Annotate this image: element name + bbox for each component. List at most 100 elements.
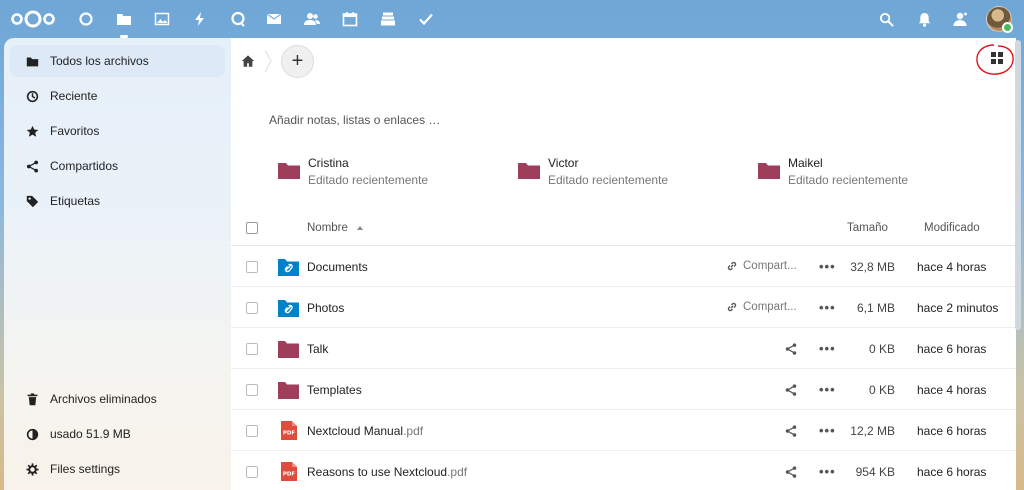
notifications-icon[interactable]	[914, 9, 934, 29]
sidebar-item-label: Compartidos	[50, 159, 119, 173]
folder-icon	[278, 163, 300, 179]
deck-icon[interactable]	[378, 9, 398, 29]
svg-text:PDF: PDF	[283, 431, 296, 437]
sort-ascending-icon	[357, 226, 363, 230]
file-size: 32,8 MB	[850, 260, 895, 274]
files-main-panel: + Añadir notas, listas o enlaces … Crist…	[231, 38, 1016, 490]
table-row[interactable]: PDF Nextcloud Manual.pdf ••• 12,2 MB hac…	[231, 410, 1016, 451]
share-icon[interactable]	[784, 465, 798, 479]
talk-icon[interactable]	[228, 9, 248, 29]
sidebar-item-label: Reciente	[50, 89, 98, 103]
share-icon[interactable]	[784, 424, 798, 438]
folder-icon	[758, 163, 780, 179]
add-new-button[interactable]: +	[281, 45, 314, 78]
more-actions-button[interactable]: •••	[819, 341, 836, 356]
pdf-file-icon: PDF	[281, 462, 297, 481]
sidebar-item-recent[interactable]: Reciente	[10, 80, 225, 112]
row-checkbox[interactable]	[246, 425, 258, 437]
row-checkbox[interactable]	[246, 343, 258, 355]
search-icon[interactable]	[876, 9, 896, 29]
recent-item[interactable]: Cristina Editado recientemente	[278, 155, 498, 189]
online-status-icon	[1002, 22, 1013, 33]
file-modified: hace 6 horas	[917, 342, 987, 356]
file-name[interactable]: Photos	[307, 301, 344, 315]
home-icon[interactable]	[241, 54, 255, 68]
more-actions-button[interactable]: •••	[819, 300, 836, 315]
row-checkbox[interactable]	[246, 384, 258, 396]
sidebar-item-favorites[interactable]: Favoritos	[10, 115, 225, 147]
contacts-menu-icon[interactable]	[950, 9, 970, 29]
sidebar-item-label: Etiquetas	[50, 194, 101, 208]
file-modified: hace 2 minutos	[917, 301, 999, 315]
folder-icon	[518, 163, 540, 179]
sidebar-item-tags[interactable]: Etiquetas	[10, 185, 225, 217]
gear-icon	[26, 462, 39, 476]
more-actions-button[interactable]: •••	[819, 382, 836, 397]
more-actions-button[interactable]: •••	[819, 259, 836, 274]
contacts-icon[interactable]	[302, 9, 322, 29]
file-modified: hace 4 horas	[917, 260, 987, 274]
more-actions-button[interactable]: •••	[819, 423, 836, 438]
trash-icon	[27, 392, 38, 405]
files-icon[interactable]	[114, 9, 134, 38]
recent-item[interactable]: Maikel Editado recientemente	[758, 155, 978, 189]
share-link-button[interactable]: Compart...	[726, 301, 797, 313]
file-modified: hace 6 horas	[917, 465, 987, 479]
share-link-button[interactable]: Compart...	[726, 260, 797, 272]
file-size: 6,1 MB	[856, 301, 895, 315]
sidebar-item-label: Todos los archivos	[50, 54, 149, 68]
dashboard-icon[interactable]	[76, 9, 96, 29]
file-name[interactable]: Nextcloud Manual.pdf	[307, 424, 423, 438]
file-size: 0 KB	[868, 342, 895, 356]
table-row[interactable]: Talk ••• 0 KB hace 6 horas	[231, 328, 1016, 369]
column-size[interactable]: Tamaño	[847, 222, 888, 234]
clock-icon	[26, 90, 39, 102]
recent-item[interactable]: Victor Editado recientemente	[518, 155, 738, 189]
activity-icon[interactable]	[190, 9, 210, 29]
table-row[interactable]: Templates ••• 0 KB hace 4 horas	[231, 369, 1016, 410]
select-all-checkbox[interactable]	[246, 222, 258, 234]
file-name[interactable]: Documents	[307, 260, 368, 274]
table-row[interactable]: PDF Reasons to use Nextcloud.pdf ••• 954…	[231, 451, 1016, 490]
file-size: 954 KB	[855, 465, 895, 479]
tasks-icon[interactable]	[416, 9, 436, 29]
file-name[interactable]: Reasons to use Nextcloud.pdf	[307, 465, 467, 479]
file-modified: hace 6 horas	[917, 424, 987, 438]
sidebar-item-deleted-files[interactable]: Archivos eliminados	[10, 383, 225, 415]
sidebar-item-shared[interactable]: Compartidos	[10, 150, 225, 182]
svg-text:PDF: PDF	[283, 472, 296, 478]
file-name[interactable]: Talk	[307, 342, 328, 356]
sidebar-item-label: Archivos eliminados	[50, 392, 157, 406]
row-checkbox[interactable]	[246, 261, 258, 273]
file-size: 12,2 MB	[850, 424, 895, 438]
notes-placeholder[interactable]: Añadir notas, listas o enlaces …	[269, 113, 440, 127]
sidebar-item-quota[interactable]: usado 51.9 MB	[10, 418, 225, 450]
row-checkbox[interactable]	[246, 302, 258, 314]
folder-icon	[278, 382, 299, 399]
share-icon[interactable]	[784, 383, 798, 397]
photos-icon[interactable]	[152, 9, 172, 29]
link-icon	[727, 302, 737, 312]
shared-folder-icon	[278, 300, 299, 317]
sidebar-item-files-settings[interactable]: Files settings	[10, 453, 225, 485]
red-circle-annotation	[976, 44, 1014, 75]
scrollbar[interactable]	[1015, 40, 1021, 330]
breadcrumb-separator	[264, 49, 272, 73]
top-bar	[0, 0, 1024, 38]
nextcloud-logo[interactable]	[10, 9, 56, 29]
column-modified[interactable]: Modificado	[924, 222, 980, 234]
more-actions-button[interactable]: •••	[819, 464, 836, 479]
shared-folder-icon	[278, 259, 299, 276]
column-name[interactable]: Nombre	[307, 222, 348, 234]
link-icon	[727, 261, 737, 271]
calendar-icon[interactable]	[340, 9, 360, 29]
share-icon[interactable]	[784, 342, 798, 356]
file-name[interactable]: Templates	[307, 383, 362, 397]
table-row[interactable]: Photos Compart... ••• 6,1 MB hace 2 minu…	[231, 287, 1016, 328]
folder-icon	[26, 56, 39, 66]
row-checkbox[interactable]	[246, 466, 258, 478]
file-modified: hace 4 horas	[917, 383, 987, 397]
table-row[interactable]: Documents Compart... ••• 32,8 MB hace 4 …	[231, 246, 1016, 287]
mail-icon[interactable]	[264, 9, 284, 29]
sidebar-item-all-files[interactable]: Todos los archivos	[10, 45, 225, 77]
